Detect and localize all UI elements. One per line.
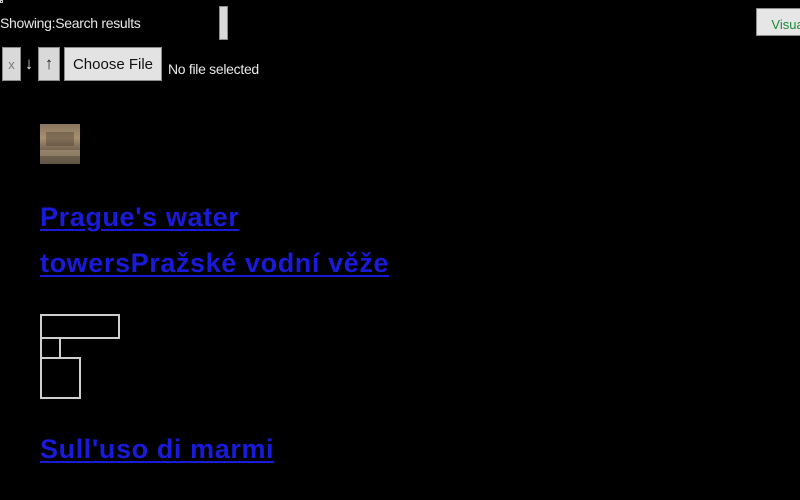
clear-button[interactable]: x [2, 47, 21, 81]
corner-marker-icon [0, 0, 3, 3]
list-item: Sull'uso di marmi [40, 314, 400, 472]
move-down-icon[interactable]: ↓ [21, 54, 37, 74]
list-item: Prague's water towersPražské vodní věže [40, 124, 400, 286]
file-toolbar: x ↓ ↑ Choose File No file selected [2, 47, 259, 81]
result-link[interactable]: Sull'uso di marmi [40, 426, 400, 472]
search-bar: Showing: [0, 6, 229, 40]
move-up-button[interactable]: ↑ [38, 47, 60, 81]
visual-button[interactable]: Visual [756, 8, 800, 36]
water-tower-thumbnail[interactable] [40, 124, 80, 164]
search-input-handle[interactable] [219, 6, 229, 40]
broken-image-icon[interactable] [40, 314, 120, 400]
search-input[interactable] [55, 10, 224, 36]
choose-file-button[interactable]: Choose File [64, 47, 162, 81]
showing-label: Showing: [0, 15, 56, 31]
broken-image-frame-top [40, 314, 120, 339]
file-status-text: No file selected [168, 61, 259, 77]
results-list: Prague's water towersPražské vodní věže … [40, 124, 400, 472]
broken-image-frame-bottom [40, 357, 81, 399]
page: Showing: Visual x ↓ ↑ Choose File No fil… [0, 0, 800, 500]
broken-image-frame-mid [40, 337, 61, 359]
result-link[interactable]: Prague's water towersPražské vodní věže [40, 194, 400, 286]
